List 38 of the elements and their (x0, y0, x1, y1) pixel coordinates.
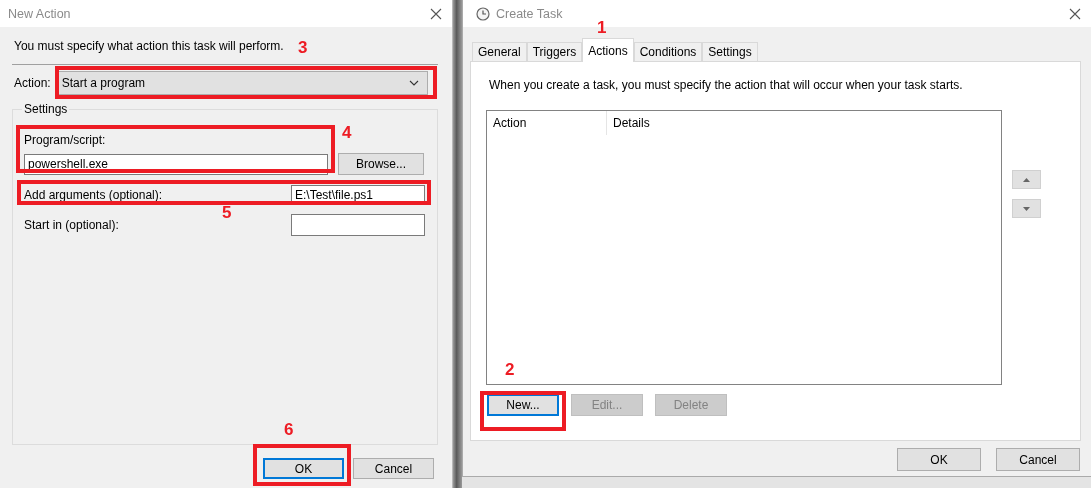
arguments-label: Add arguments (optional): (24, 188, 163, 202)
ok-button[interactable]: OK (897, 448, 981, 471)
triangle-down-icon (1023, 206, 1030, 211)
step-number: 4 (342, 124, 352, 142)
ok-button[interactable]: OK (263, 458, 344, 479)
tab[interactable]: Triggers (526, 42, 583, 61)
column-header[interactable]: Details (607, 111, 1001, 135)
close-icon[interactable] (1069, 7, 1081, 20)
step-number: 2 (505, 361, 515, 379)
settings-legend: Settings (22, 102, 70, 117)
browse-button[interactable]: Browse... (338, 153, 424, 175)
start-in-label: Start in (optional): (24, 218, 119, 232)
step-number: 6 (284, 421, 294, 439)
tab[interactable]: Actions (582, 38, 634, 62)
tab[interactable]: Conditions (633, 42, 703, 61)
program-label: Program/script: (24, 133, 106, 147)
move-down-button[interactable] (1012, 199, 1041, 218)
step-number: 5 (222, 204, 232, 222)
description-text: When you create a task, you must specify the action that will occur when your task starts. (489, 78, 963, 92)
clock-icon (476, 6, 490, 21)
triangle-up-icon (1023, 177, 1030, 182)
step-number: 3 (298, 39, 308, 57)
cancel-button[interactable]: Cancel (996, 448, 1080, 471)
column-header[interactable]: Action (487, 111, 607, 135)
action-dropdown[interactable]: Start a program (56, 71, 428, 95)
window-title: Create Task (496, 6, 563, 21)
cancel-button[interactable]: Cancel (353, 458, 434, 479)
instruction-text: You must specify what action this task will perform. (14, 38, 284, 53)
step-number: 1 (597, 19, 607, 37)
chevron-down-icon (409, 80, 419, 86)
tab[interactable]: General (472, 42, 527, 61)
new-button[interactable]: New... (487, 394, 559, 416)
move-up-button[interactable] (1012, 170, 1041, 189)
window-title: New Action (8, 6, 71, 21)
action-label: Action: (14, 76, 51, 90)
tab[interactable]: Settings (702, 42, 758, 61)
close-icon[interactable] (430, 7, 442, 20)
start-in-field[interactable] (291, 214, 425, 236)
